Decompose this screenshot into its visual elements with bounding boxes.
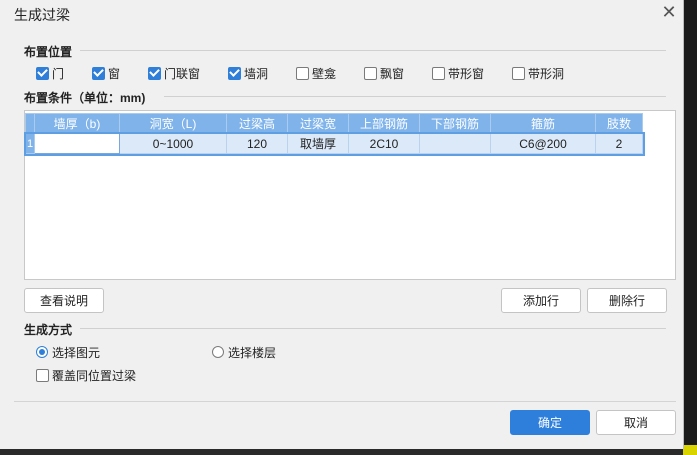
column-header-wall-thickness[interactable]: 墙厚（b): [34, 113, 120, 134]
column-header-stirrup[interactable]: 箍筋: [490, 113, 596, 134]
cell-wall-thickness[interactable]: [34, 133, 120, 154]
view-help-button[interactable]: 查看说明: [24, 288, 104, 313]
radio-dot: [212, 346, 224, 358]
checkbox-box: [36, 66, 49, 80]
cell-lintel-width[interactable]: 取墙厚: [287, 133, 349, 154]
checkbox-box: [296, 66, 309, 80]
delete-row-button[interactable]: 删除行: [587, 288, 667, 313]
checkbox-strip-window[interactable]: 带形窗: [432, 65, 484, 81]
column-header-top-rebar[interactable]: 上部钢筋: [348, 113, 420, 134]
checkbox-box: [92, 66, 105, 80]
background-yellow-mark: [683, 445, 697, 455]
checkbox-box: [512, 66, 525, 80]
radio-select-elements[interactable]: 选择图元: [36, 344, 100, 360]
placement-section-label: 布置位置: [24, 45, 73, 59]
row-header-corner: [25, 113, 35, 134]
checkbox-niche[interactable]: 壁龛: [296, 65, 336, 81]
checkbox-box: [228, 66, 241, 80]
checkbox-box: [36, 368, 49, 382]
cell-lintel-height[interactable]: 120: [226, 133, 288, 154]
add-row-button[interactable]: 添加行: [501, 288, 581, 313]
cell-legs[interactable]: 2: [595, 133, 643, 154]
checkbox-box: [148, 66, 161, 80]
checkbox-box: [432, 66, 445, 80]
checkbox-door[interactable]: 门: [36, 65, 64, 81]
checkbox-bay-window[interactable]: 飘窗: [364, 65, 404, 81]
checkbox-strip-opening[interactable]: 带形洞: [512, 65, 564, 81]
footer-divider: [14, 401, 676, 402]
table-row[interactable]: 1 0~1000 120 取墙厚 2C10 C6@200 2: [23, 131, 645, 156]
generate-lintel-dialog: 生成过梁 ✕ 布置位置 门 窗 门联窗 墙洞 壁龛 飘窗 带形窗 带形洞 布置条…: [0, 0, 684, 449]
column-header-opening-width[interactable]: 洞宽（L): [119, 113, 227, 134]
conditions-grid: 墙厚（b) 洞宽（L) 过梁高 过梁宽 上部钢筋 下部钢筋 箍筋 肢数 1 0~…: [23, 113, 645, 156]
column-header-lintel-height[interactable]: 过梁高: [226, 113, 288, 134]
cell-opening-width[interactable]: 0~1000: [119, 133, 227, 154]
generate-divider: [80, 328, 666, 329]
checkbox-door-window[interactable]: 门联窗: [148, 65, 200, 81]
background-bottom-strip: [0, 449, 683, 455]
conditions-section-label: 布置条件（单位：mm): [24, 91, 146, 105]
checkbox-wall-opening[interactable]: 墙洞: [228, 65, 268, 81]
cell-bottom-rebar[interactable]: [419, 133, 491, 154]
placement-divider: [80, 50, 666, 51]
column-header-bottom-rebar[interactable]: 下部钢筋: [419, 113, 491, 134]
ok-button[interactable]: 确定: [510, 410, 590, 435]
radio-select-floors[interactable]: 选择楼层: [212, 344, 276, 360]
checkbox-box: [364, 66, 377, 80]
background-canvas: [683, 0, 697, 455]
generate-section-label: 生成方式: [24, 323, 73, 337]
cell-stirrup[interactable]: C6@200: [490, 133, 596, 154]
row-number[interactable]: 1: [25, 133, 35, 154]
cell-top-rebar[interactable]: 2C10: [348, 133, 420, 154]
checkbox-overwrite-lintel[interactable]: 覆盖同位置过梁: [36, 367, 136, 383]
close-icon[interactable]: ✕: [659, 2, 679, 22]
column-header-legs[interactable]: 肢数: [595, 113, 643, 134]
conditions-divider: [164, 96, 666, 97]
column-header-lintel-width[interactable]: 过梁宽: [287, 113, 349, 134]
dialog-title: 生成过梁: [14, 7, 70, 23]
table-header-row: 墙厚（b) 洞宽（L) 过梁高 过梁宽 上部钢筋 下部钢筋 箍筋 肢数: [25, 113, 643, 134]
checkbox-window[interactable]: 窗: [92, 65, 120, 81]
conditions-table: 墙厚（b) 洞宽（L) 过梁高 过梁宽 上部钢筋 下部钢筋 箍筋 肢数 1 0~…: [23, 110, 676, 280]
cancel-button[interactable]: 取消: [596, 410, 676, 435]
radio-dot: [36, 346, 48, 358]
